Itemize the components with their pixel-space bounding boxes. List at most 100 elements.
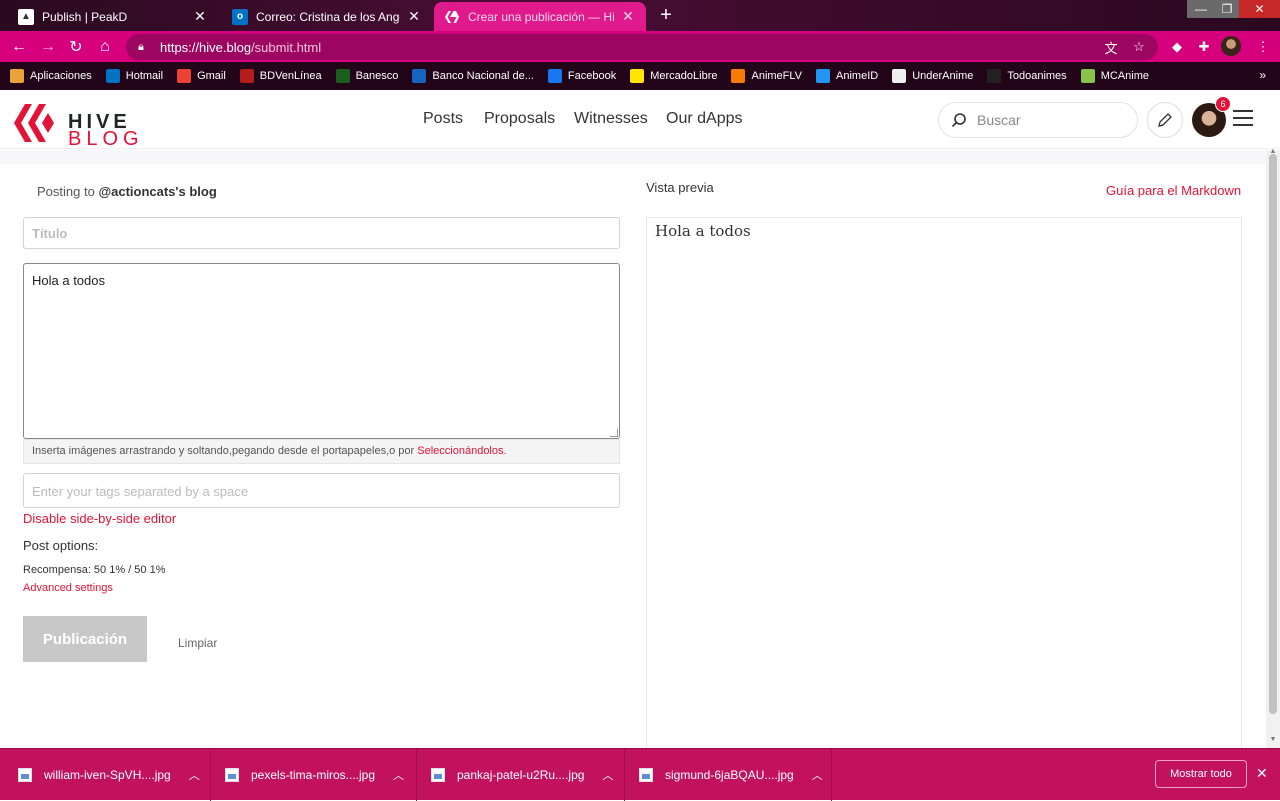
bookmark-label: Facebook [567,70,617,82]
tags-input[interactable]: Enter your tags separated by a space [23,473,620,508]
resize-handle[interactable] [610,429,618,437]
nav-posts[interactable]: Posts [423,110,463,128]
outlook-icon [105,69,120,83]
nav-our-dapps[interactable]: Our dApps [666,110,742,128]
title-placeholder: Título [32,226,68,241]
download-item[interactable]: pexels-tima-miros....jpg ︿ [211,749,417,801]
mcanime-icon [1080,69,1095,83]
chevron-up-icon[interactable]: ︿ [393,767,405,783]
notification-badge[interactable]: 6 [1215,96,1231,112]
disable-side-by-side-link[interactable]: Disable side-by-side editor [23,511,176,526]
image-file-icon [639,768,653,782]
close-icon[interactable]: ✕ [192,8,208,25]
scrollbar-thumb[interactable] [1269,154,1277,714]
star-icon[interactable]: ☆ [1130,38,1148,56]
address-bar[interactable]: 🔒︎ https://hive.blog/submit.html [126,34,1158,60]
bookmark-item[interactable]: AnimeID [816,69,878,83]
publish-button[interactable]: Publicación [23,616,147,662]
close-icon[interactable]: ✕ [620,8,636,25]
handshake-icon [630,69,645,83]
downloads-bar: william-iven-SpVH....jpg ︿ pexels-tima-m… [0,748,1280,801]
gmail-icon [177,69,192,83]
bookmark-label: MercadoLibre [650,70,718,82]
download-filename: pexels-tima-miros....jpg [251,768,376,782]
posting-blog: @actioncats's blog [98,184,217,199]
close-icon[interactable]: ✕ [1256,765,1268,782]
select-images-link[interactable]: Seleccionándolos. [417,445,506,457]
tab-title: Crear una publicación — Hive [468,9,614,24]
browser-profile-avatar[interactable] [1221,36,1241,56]
animeflv-icon [731,69,746,83]
tab-correo[interactable]: o Correo: Cristina de los Angeles T ✕ [222,2,432,31]
scroll-down-icon[interactable]: ▼ [1269,736,1277,743]
markdown-guide-link[interactable]: Guía para el Markdown [1106,183,1241,198]
bookmark-item[interactable]: MCAnime [1080,69,1149,83]
clear-button[interactable]: Limpiar [178,636,217,650]
bookmark-label: BDVenLínea [259,70,322,82]
url-host: https://hive.blog [160,39,252,55]
hive-blog-logo[interactable]: HIVE BLOG [14,103,154,150]
image-file-icon [18,768,32,782]
bookmark-item[interactable]: Banesco [335,69,398,83]
chevron-up-icon[interactable]: ︿ [602,767,614,783]
download-filename: pankaj-patel-u2Ru....jpg [457,768,585,782]
browser-toolbar: ← → ↻ ⌂ 🔒︎ https://hive.blog/submit.html… [0,31,1280,62]
maximize-button[interactable]: ❐ [1215,0,1239,18]
more-bookmarks-icon[interactable]: » [1259,68,1266,82]
banesco-icon [335,69,350,83]
bookmark-label: Hotmail [125,70,164,82]
hive-icon [444,9,460,25]
title-input[interactable]: Título [23,217,620,249]
home-icon[interactable]: ⌂ [94,36,116,58]
forward-arrow-icon[interactable]: → [37,36,59,58]
bookmark-label: AnimeFLV [751,70,803,82]
translate-icon[interactable]: 文 [1102,38,1120,56]
download-item[interactable]: pankaj-patel-u2Ru....jpg ︿ [417,749,625,801]
search-icon [951,113,966,128]
body-textarea[interactable]: Hola a todos [23,263,620,439]
dropbox-icon[interactable]: ◆ [1168,38,1186,56]
bookmark-item[interactable]: UnderAnime [892,69,973,83]
reload-icon[interactable]: ↻ [65,36,87,58]
download-item[interactable]: william-iven-SpVH....jpg ︿ [0,749,211,801]
bookmark-item[interactable]: AnimeFLV [731,69,802,83]
download-item[interactable]: sigmund-6jaBQAU....jpg ︿ [625,749,832,801]
hamburger-menu-icon[interactable] [1233,110,1253,128]
chevron-up-icon[interactable]: ︿ [189,767,201,783]
tags-placeholder: Enter your tags separated by a space [32,484,249,499]
nav-proposals[interactable]: Proposals [484,110,555,128]
nav-witnesses[interactable]: Witnesses [574,110,648,128]
body-text: Hola a todos [32,273,105,288]
todoanimes-icon [987,69,1002,83]
bookmark-label: Gmail [197,70,226,82]
bookmarks-bar: Aplicaciones Hotmail Gmail BDVenLínea Banesc… [0,62,1280,90]
bookmark-item[interactable]: MercadoLibre [630,69,717,83]
compose-post-button[interactable] [1147,102,1183,138]
advanced-settings-link[interactable]: Advanced settings [23,582,113,594]
back-arrow-icon[interactable]: ← [8,36,30,58]
close-icon[interactable]: ✕ [406,8,422,25]
bookmark-item[interactable]: Hotmail [105,69,164,83]
page-scrollbar[interactable]: ▲ ▼ [1266,148,1280,748]
new-tab-button[interactable]: + [656,5,676,25]
bookmark-item[interactable]: BDVenLínea [239,69,322,83]
hive-logo-icon [14,104,54,142]
minimize-button[interactable]: — [1187,0,1215,18]
search-input[interactable]: Buscar [938,102,1138,138]
search-placeholder: Buscar [977,112,1021,128]
bookmark-item[interactable]: Banco Nacional de... [412,69,534,83]
bookmark-item[interactable]: Todoanimes [987,69,1067,83]
chevron-up-icon[interactable]: ︿ [812,767,824,783]
apps-grid-icon [10,69,24,83]
tab-peakd[interactable]: ▲ Publish | PeakD ✕ [8,2,218,31]
extensions-puzzle-icon[interactable]: ✚ [1195,38,1213,56]
show-all-downloads-button[interactable]: Mostrar todo [1155,760,1247,788]
close-window-button[interactable]: ✕ [1239,0,1280,18]
menu-kebab-icon[interactable]: ⋮ [1254,38,1272,56]
bookmark-item[interactable]: Facebook [547,69,617,83]
bookmark-item[interactable]: Gmail [177,69,226,83]
tab-hive-active[interactable]: Crear una publicación — Hive ✕ [434,2,646,31]
bookmark-item[interactable]: Aplicaciones [10,69,92,83]
preview-content: Hola a todos [655,222,751,240]
facebook-icon [547,69,562,83]
